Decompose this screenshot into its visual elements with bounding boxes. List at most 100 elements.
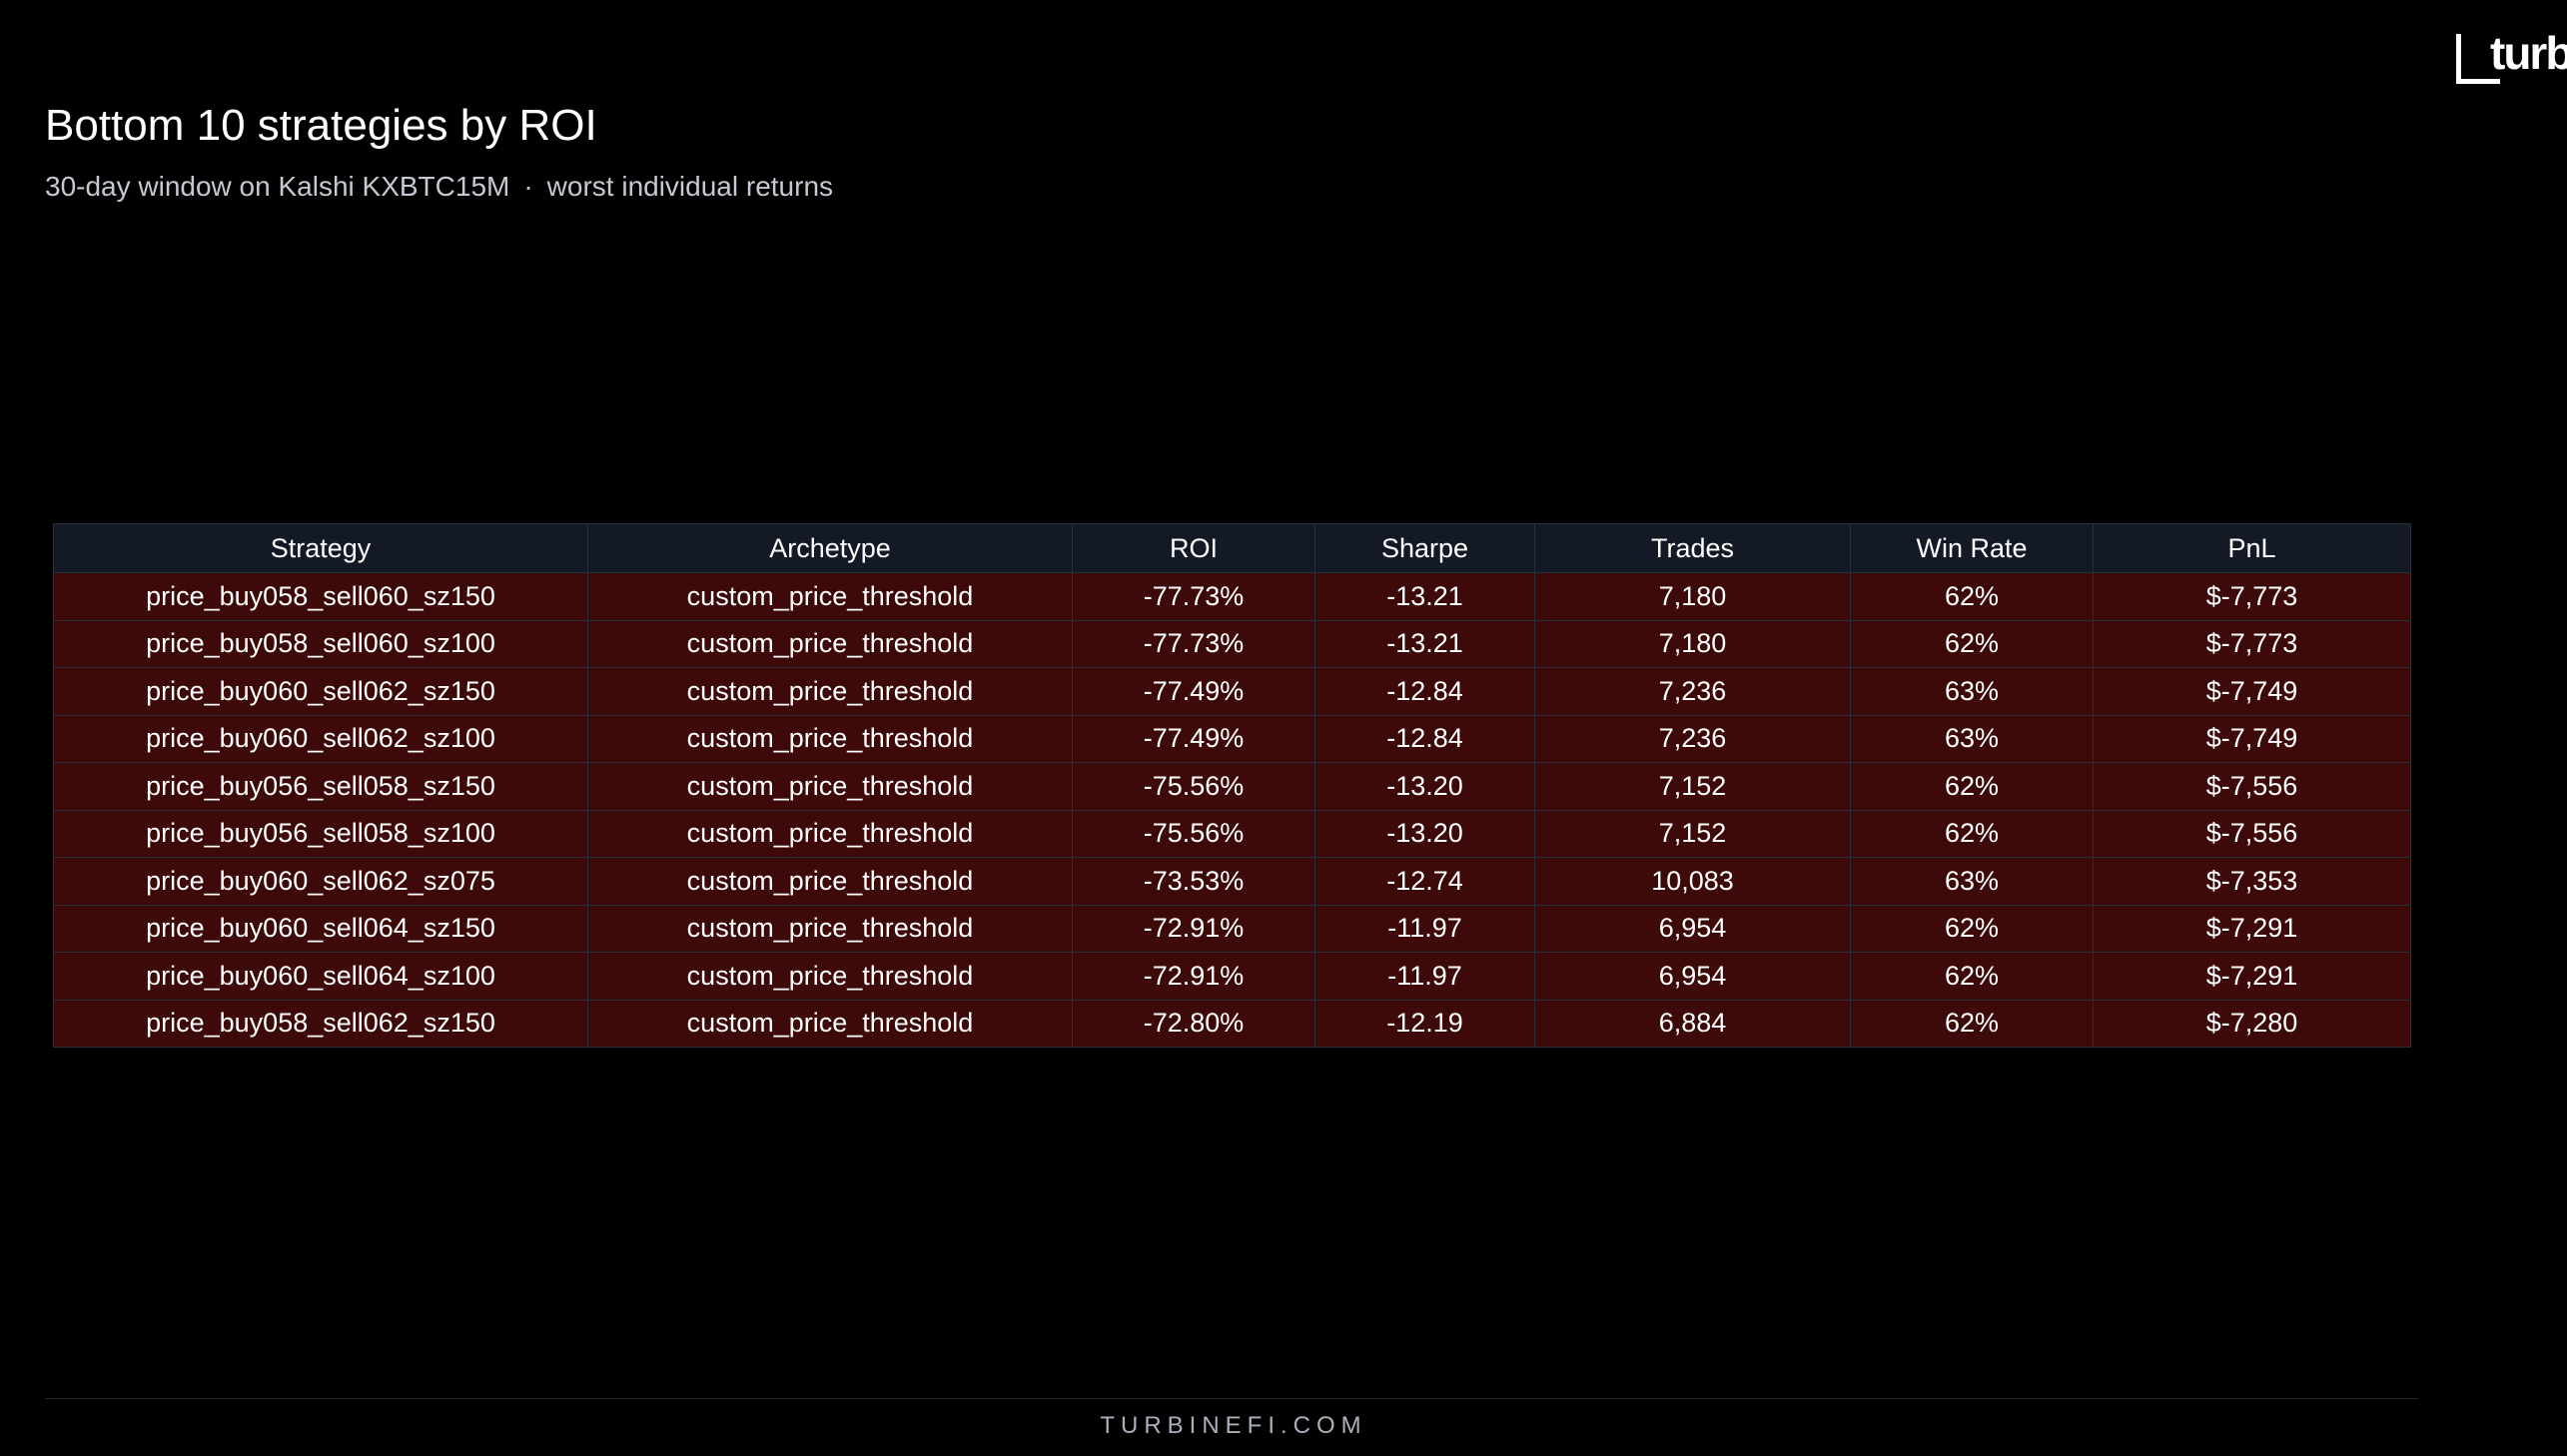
cell-trades: 10,083	[1534, 857, 1851, 906]
page-title: Bottom 10 strategies by ROI	[45, 101, 597, 150]
table-row: price_buy060_sell064_sz100 custom_price_t…	[53, 952, 2411, 1001]
cell-archetype: custom_price_threshold	[587, 857, 1073, 906]
table-header: Strategy Archetype ROI Sharpe Trades Win Rate…	[53, 523, 2411, 573]
cell-sharpe: -11.97	[1314, 952, 1535, 1001]
cell-pnl: $-7,749	[2093, 714, 2411, 763]
subtitle-description: worst individual returns	[546, 171, 834, 202]
table-row: price_buy060_sell064_sz150 custom_price_t…	[53, 904, 2411, 953]
cell-pnl: $-7,556	[2093, 809, 2411, 858]
cell-sharpe: -12.19	[1314, 999, 1535, 1048]
cell-strategy: price_buy060_sell062_sz100	[53, 714, 588, 763]
cell-win-rate: 63%	[1850, 714, 2094, 763]
cell-strategy: price_buy058_sell062_sz150	[53, 999, 588, 1048]
brand-logo: turb	[2455, 28, 2567, 88]
cell-pnl: $-7,291	[2093, 952, 2411, 1001]
cell-win-rate: 62%	[1850, 762, 2094, 811]
cell-sharpe: -12.74	[1314, 857, 1535, 906]
cell-pnl: $-7,749	[2093, 667, 2411, 716]
cell-win-rate: 62%	[1850, 999, 2094, 1048]
table-row: price_buy060_sell062_sz100 custom_price_t…	[53, 714, 2411, 763]
subtitle-separator: ·	[523, 171, 533, 202]
cell-win-rate: 63%	[1850, 667, 2094, 716]
cell-archetype: custom_price_threshold	[587, 619, 1073, 668]
cell-win-rate: 62%	[1850, 952, 2094, 1001]
cell-win-rate: 62%	[1850, 809, 2094, 858]
cell-trades: 6,954	[1534, 904, 1851, 953]
cell-roi: -75.56%	[1072, 762, 1315, 811]
strategy-table: Strategy Archetype ROI Sharpe Trades Win Rate…	[53, 523, 2411, 1048]
cell-sharpe: -12.84	[1314, 714, 1535, 763]
cell-strategy: price_buy060_sell062_sz150	[53, 667, 588, 716]
cell-pnl: $-7,280	[2093, 999, 2411, 1048]
table-row: price_buy056_sell058_sz100 custom_price_t…	[53, 809, 2411, 858]
cell-sharpe: -13.21	[1314, 572, 1535, 621]
cell-roi: -77.73%	[1072, 572, 1315, 621]
table-row: price_buy056_sell058_sz150 custom_price_t…	[53, 762, 2411, 811]
cell-win-rate: 62%	[1850, 572, 2094, 621]
cell-trades: 7,236	[1534, 667, 1851, 716]
page-subtitle: 30-day window on Kalshi KXBTC15M · worst i…	[45, 167, 833, 207]
logo-text: turb	[2490, 28, 2567, 79]
cell-trades: 7,152	[1534, 809, 1851, 858]
column-header-sharpe: Sharpe	[1314, 523, 1535, 573]
cell-strategy: price_buy060_sell064_sz100	[53, 952, 588, 1001]
cell-pnl: $-7,773	[2093, 572, 2411, 621]
column-header-strategy: Strategy	[53, 523, 588, 573]
column-header-archetype: Archetype	[587, 523, 1073, 573]
cell-sharpe: -13.20	[1314, 762, 1535, 811]
cell-trades: 6,884	[1534, 999, 1851, 1048]
column-header-win-rate: Win Rate	[1850, 523, 2094, 573]
footer-brand-url: TURBINEFI.COM	[1100, 1412, 1367, 1439]
cell-archetype: custom_price_threshold	[587, 714, 1073, 763]
cell-win-rate: 62%	[1850, 904, 2094, 953]
cell-roi: -77.73%	[1072, 619, 1315, 668]
cell-pnl: $-7,773	[2093, 619, 2411, 668]
cell-roi: -77.49%	[1072, 667, 1315, 716]
cell-sharpe: -13.21	[1314, 619, 1535, 668]
cell-roi: -77.49%	[1072, 714, 1315, 763]
cell-trades: 7,152	[1534, 762, 1851, 811]
cell-strategy: price_buy060_sell064_sz150	[53, 904, 588, 953]
cell-trades: 7,180	[1534, 572, 1851, 621]
cell-archetype: custom_price_threshold	[587, 762, 1073, 811]
cell-archetype: custom_price_threshold	[587, 904, 1073, 953]
cell-sharpe: -13.20	[1314, 809, 1535, 858]
table-row: price_buy060_sell062_sz075 custom_price_t…	[53, 857, 2411, 906]
column-header-trades: Trades	[1534, 523, 1851, 573]
table-row: price_buy058_sell060_sz100 custom_price_t…	[53, 619, 2411, 668]
table-row: price_buy058_sell060_sz150 custom_price_t…	[53, 572, 2411, 621]
strategy-table-container: Strategy Archetype ROI Sharpe Trades Win Rate…	[53, 523, 2411, 1048]
column-header-roi: ROI	[1072, 523, 1315, 573]
cell-strategy: price_buy056_sell058_sz150	[53, 762, 588, 811]
cell-win-rate: 63%	[1850, 857, 2094, 906]
table-header-row: Strategy Archetype ROI Sharpe Trades Win Rate…	[53, 523, 2411, 573]
cell-roi: -72.91%	[1072, 904, 1315, 953]
table-body: price_buy058_sell060_sz150 custom_price_t…	[53, 572, 2411, 1048]
cell-roi: -72.80%	[1072, 999, 1315, 1048]
cell-archetype: custom_price_threshold	[587, 999, 1073, 1048]
table-row: price_buy060_sell062_sz150 custom_price_t…	[53, 667, 2411, 716]
cell-roi: -75.56%	[1072, 809, 1315, 858]
cell-strategy: price_buy060_sell062_sz075	[53, 857, 588, 906]
cell-sharpe: -11.97	[1314, 904, 1535, 953]
cell-win-rate: 62%	[1850, 619, 2094, 668]
cell-trades: 7,236	[1534, 714, 1851, 763]
cell-roi: -72.91%	[1072, 952, 1315, 1001]
cell-pnl: $-7,353	[2093, 857, 2411, 906]
cell-sharpe: -12.84	[1314, 667, 1535, 716]
cell-roi: -73.53%	[1072, 857, 1315, 906]
subtitle-window: 30-day window on Kalshi KXBTC15M	[45, 171, 510, 202]
table-row: price_buy058_sell062_sz150 custom_price_t…	[53, 999, 2411, 1048]
column-header-pnl: PnL	[2093, 523, 2411, 573]
cell-trades: 7,180	[1534, 619, 1851, 668]
cell-strategy: price_buy056_sell058_sz100	[53, 809, 588, 858]
footer-divider	[45, 1398, 2418, 1399]
cell-archetype: custom_price_threshold	[587, 572, 1073, 621]
cell-archetype: custom_price_threshold	[587, 952, 1073, 1001]
cell-strategy: price_buy058_sell060_sz150	[53, 572, 588, 621]
cell-pnl: $-7,556	[2093, 762, 2411, 811]
cell-archetype: custom_price_threshold	[587, 667, 1073, 716]
cell-archetype: custom_price_threshold	[587, 809, 1073, 858]
cell-trades: 6,954	[1534, 952, 1851, 1001]
cell-pnl: $-7,291	[2093, 904, 2411, 953]
